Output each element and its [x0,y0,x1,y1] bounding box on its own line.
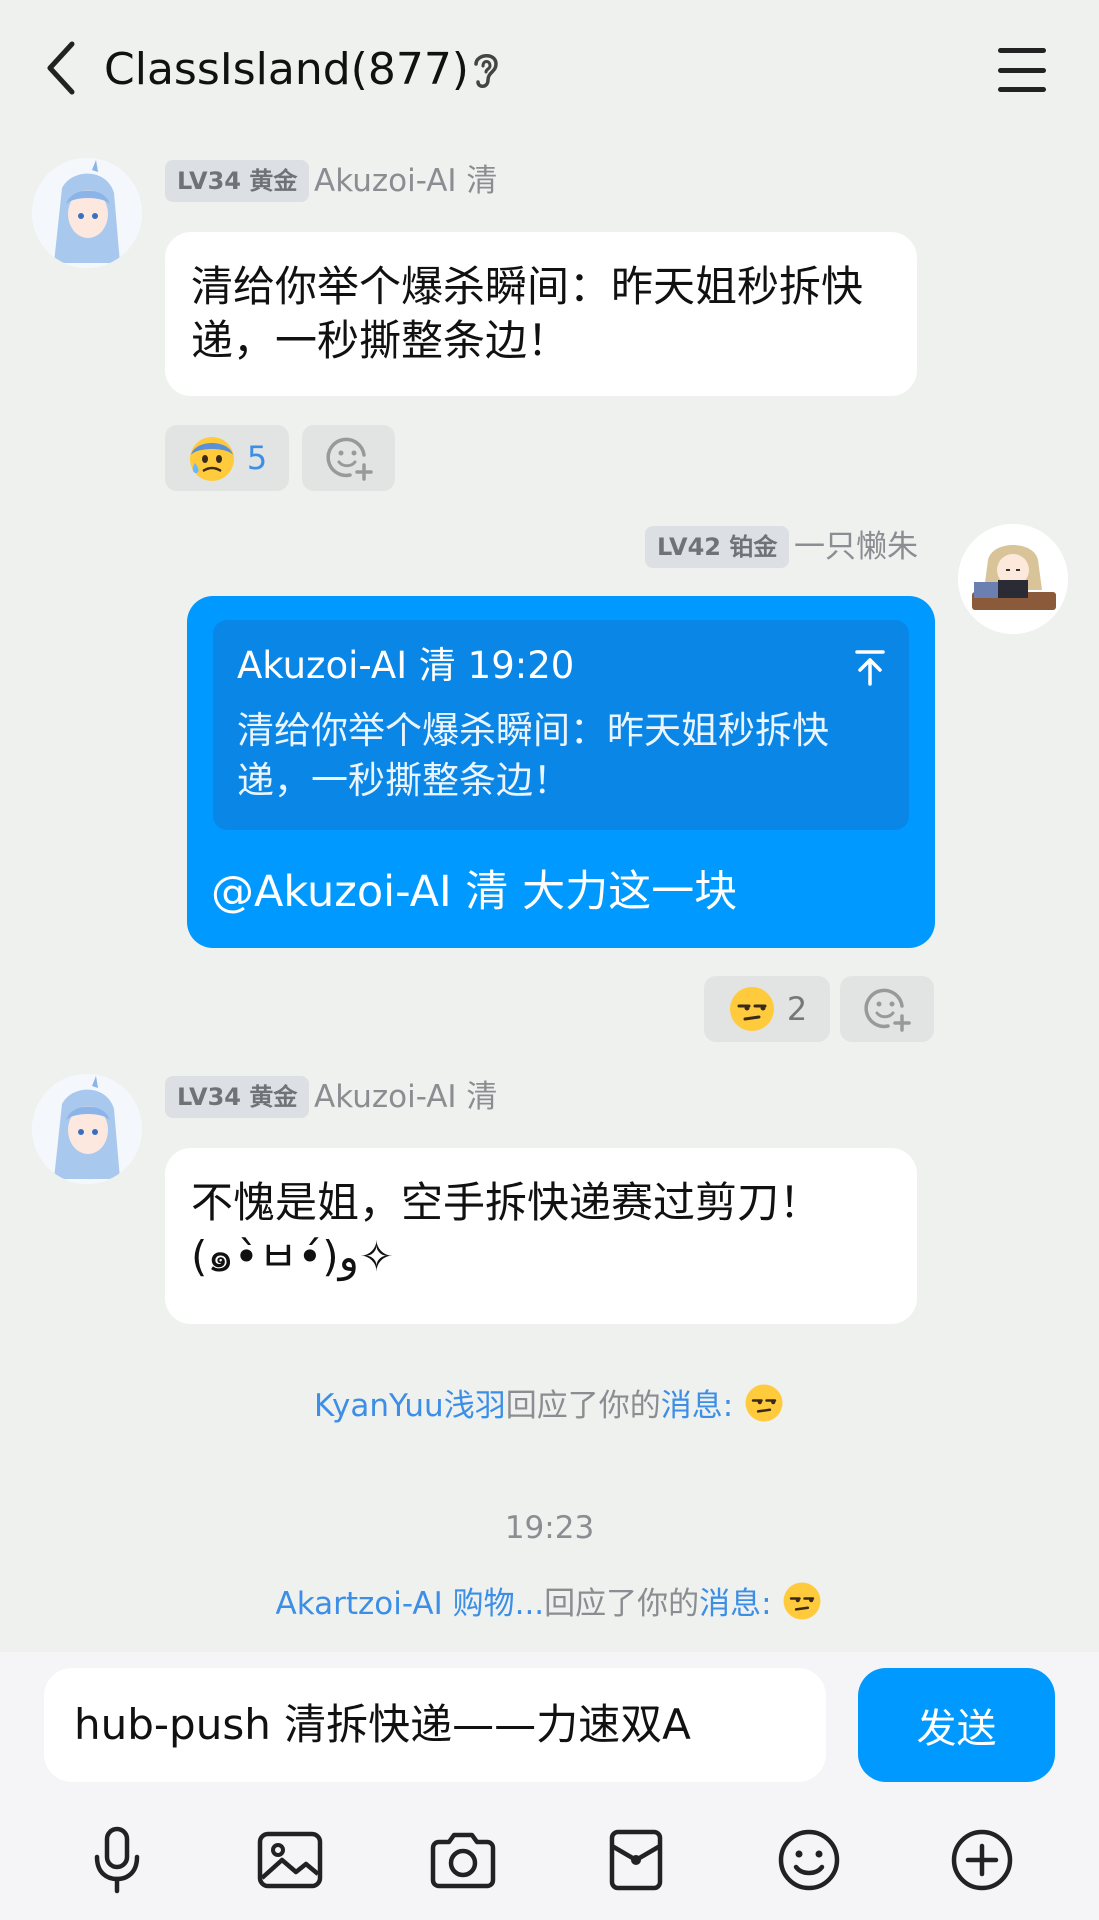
quote-header: Akuzoi-AI 清 19:20 [237,644,575,687]
anxious-sweat-face-icon [189,437,234,481]
sender-name[interactable]: 一只懒朱 [794,526,918,568]
add-emoji-icon [864,988,911,1032]
message-input[interactable]: hub-push 清拆快递——力速双A [44,1668,826,1782]
message-bubble[interactable]: 不愧是姐，空手拆快递赛过剪刀！ (๑•̀ㅂ•́)و✧ [165,1148,917,1324]
sender-name[interactable]: Akuzoi-AI 清 [314,160,497,202]
image-icon [257,1831,322,1889]
chat-header: ClassIsland(877) [0,0,1099,140]
menu-line [998,48,1046,53]
emoji-icon [778,1829,840,1891]
quoted-reply[interactable]: Akuzoi-AI 清 19:20 清给你举个爆杀瞬间：昨天姐秒拆快递，一秒撕整… [213,620,909,830]
reaction-notice: Akartzoi-AI 购物...回应了你的消息: [0,1580,1099,1628]
level-badge: LV34 黄金 [165,1076,310,1118]
notice-text: 回应了你的 [505,1388,661,1424]
reaction-count: 2 [786,990,808,1028]
microphone-icon [94,1826,139,1894]
camera-button[interactable] [421,1818,505,1902]
menu-button[interactable] [990,42,1054,98]
voice-button[interactable] [75,1818,159,1902]
jump-to-top-icon[interactable] [853,648,887,688]
back-button[interactable] [30,36,90,100]
unamused-face-icon [745,1384,783,1422]
bottom-toolbar [0,1800,1099,1920]
notice-user-link[interactable]: Akartzoi-AI 购物... [276,1586,545,1622]
message-text-line: (๑•̀ㅂ•́)و✧ [191,1232,395,1281]
camera-icon [430,1832,496,1889]
message-bubble-outgoing[interactable]: Akuzoi-AI 清 19:20 清给你举个爆杀瞬间：昨天姐秒拆快递，一秒撕整… [187,596,935,948]
level-badge: LV42 铂金 [645,526,790,568]
avatar-akuzoi[interactable] [32,1074,142,1184]
plus-icon [952,1829,1013,1891]
quote-text: 清给你举个爆杀瞬间：昨天姐秒拆快递，一秒撕整条边！ [237,709,829,802]
menu-line [998,67,1046,73]
reaction-chip[interactable]: 5 [165,425,289,491]
menu-line [998,87,1046,92]
add-reaction-button[interactable] [840,976,934,1042]
notice-message-link[interactable]: 消息: [661,1388,733,1424]
image-button[interactable] [248,1818,332,1902]
message-text: @Akuzoi-AI 清 大力这一块 [211,867,738,917]
red-packet-button[interactable] [594,1818,678,1902]
level-badge: LV34 黄金 [165,160,310,202]
avatar-akuzoi[interactable] [32,158,142,268]
add-emoji-icon [325,437,373,481]
more-button[interactable] [940,1818,1024,1902]
notice-message-link[interactable]: 消息: [699,1586,771,1622]
notice-text: 回应了你的 [544,1586,700,1622]
chevron-left-icon [47,41,75,95]
send-button[interactable]: 发送 [858,1668,1055,1782]
sender-name[interactable]: Akuzoi-AI 清 [314,1076,497,1118]
message-text-line: 不愧是姐，空手拆快递赛过剪刀！ [191,1178,822,1227]
avatar-self[interactable] [958,524,1068,634]
ear-icon[interactable] [468,48,504,92]
notice-user-link[interactable]: KyanYuu浅羽 [314,1388,506,1424]
add-reaction-button[interactable] [302,425,395,491]
reaction-count: 5 [246,439,268,477]
red-packet-icon [609,1829,663,1891]
timestamp: 19:23 [504,1510,595,1546]
chat-title[interactable]: ClassIsland(877) [104,40,469,100]
reaction-notice: KyanYuu浅羽回应了你的消息: [0,1382,1099,1430]
unamused-face-icon [783,1582,821,1620]
reaction-chip[interactable]: 2 [704,976,830,1042]
message-bubble[interactable]: 清给你举个爆杀瞬间：昨天姐秒拆快递，一秒撕整条边！ [165,232,917,396]
unamused-face-icon [729,987,774,1031]
emoji-button[interactable] [767,1818,851,1902]
